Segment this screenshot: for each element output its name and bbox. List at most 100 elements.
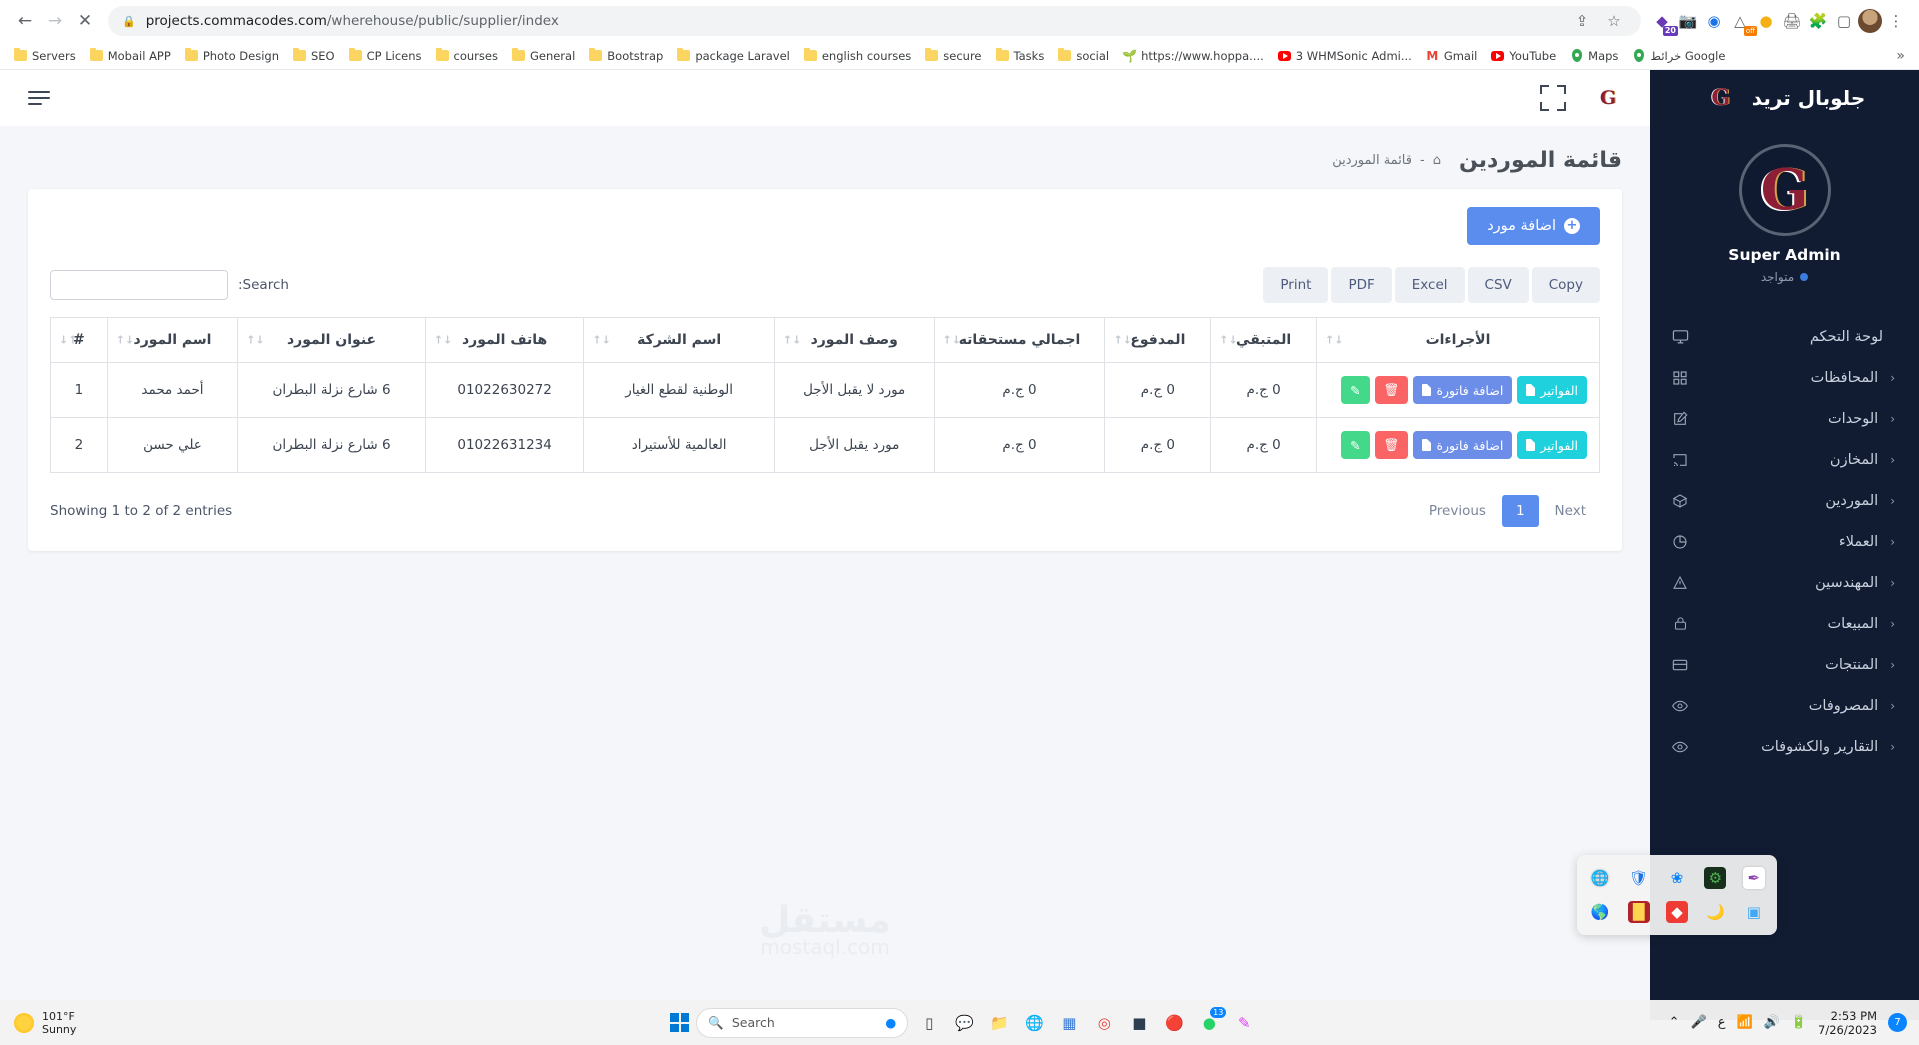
battery-icon[interactable]: 🔋 xyxy=(1791,1015,1807,1030)
bookmark-item[interactable]: Bootstrap xyxy=(583,47,669,65)
photoshop-globe-icon[interactable]: 🌎 xyxy=(1589,901,1611,923)
taskbar-weather-widget[interactable]: 101°F Sunny xyxy=(0,1010,260,1036)
adblock-icon[interactable]: △ off xyxy=(1727,8,1757,36)
bookmark-item[interactable]: General xyxy=(506,47,581,65)
bluetooth-icon[interactable]: ❀ xyxy=(1666,867,1688,889)
chat-icon[interactable]: 💬 xyxy=(950,1009,978,1037)
globe-icon[interactable]: 🌐 xyxy=(1589,867,1611,889)
add-supplier-button[interactable]: + اضافة مورد xyxy=(1467,207,1600,245)
edit-button[interactable]: ✎ xyxy=(1341,431,1370,459)
sidebar-brand[interactable]: جلوبال تريد G xyxy=(1650,70,1919,126)
sidebar-item-customers[interactable]: ‹ العملاء xyxy=(1650,521,1919,562)
back-button[interactable]: ← xyxy=(10,6,40,36)
hamburger-icon[interactable] xyxy=(28,91,50,105)
edit-button[interactable]: ✎ xyxy=(1341,376,1370,404)
invoices-button[interactable]: الفواتير xyxy=(1517,431,1587,459)
bookmark-item[interactable]: secure xyxy=(919,47,987,65)
copy-button[interactable]: Copy xyxy=(1531,267,1600,303)
profile-avatar[interactable] xyxy=(1857,8,1883,34)
bookmark-item[interactable]: package Laravel xyxy=(671,47,796,65)
add-invoice-button[interactable]: اضافة فاتورة xyxy=(1413,376,1513,404)
share-icon[interactable]: ⇪ xyxy=(1569,8,1595,34)
browser-menu-icon[interactable]: ⋮ xyxy=(1883,8,1909,34)
csv-button[interactable]: CSV xyxy=(1467,267,1529,303)
extensions-puzzle-icon[interactable]: 🧩 xyxy=(1805,8,1831,34)
bookmark-item[interactable]: Mobail APP xyxy=(84,47,177,65)
column-header-actions[interactable]: ↓↑ الأجراءات xyxy=(1316,317,1600,363)
whatsapp-icon[interactable]: ● 13 xyxy=(1195,1006,1227,1037)
blue-window-icon[interactable]: ▣ xyxy=(1743,901,1765,923)
bookmark-item[interactable]: YouTube xyxy=(1485,47,1562,65)
address-bar[interactable]: 🔒 projects.commacodes.com/wherehouse/pub… xyxy=(108,6,1641,36)
honey-icon[interactable]: ● xyxy=(1753,8,1779,34)
sidebar-item-units[interactable]: ‹ الوحدات xyxy=(1650,398,1919,439)
search-input[interactable] xyxy=(50,270,228,300)
sidebar-item-governorates[interactable]: ‹ المحافظات xyxy=(1650,357,1919,398)
editor-icon[interactable]: ✎ xyxy=(1230,1009,1258,1037)
pdf-button[interactable]: PDF xyxy=(1331,267,1392,303)
column-header-remaining[interactable]: ↓↑ المتبقي xyxy=(1210,317,1317,363)
column-header-description[interactable]: ↓↑ وصف المورد xyxy=(773,317,935,363)
bookmark-item[interactable]: M Gmail xyxy=(1420,47,1484,65)
bookmark-item[interactable]: social xyxy=(1052,47,1115,65)
column-header-total-due[interactable]: ↓↑ اجمالي مستحقاته xyxy=(933,317,1106,363)
taskbar-search-box[interactable]: 🔍 Search ● xyxy=(696,1007,909,1038)
stop-button[interactable]: ✕ xyxy=(70,6,100,36)
sidebar-item-sales[interactable]: ‹ المبيعات xyxy=(1650,603,1919,644)
print-icon[interactable]: 🖨 xyxy=(1779,8,1805,34)
file-explorer-icon[interactable]: 📁 xyxy=(985,1009,1013,1037)
task-view-icon[interactable]: ▯ xyxy=(915,1009,943,1037)
bookmark-item[interactable]: Servers xyxy=(8,47,82,65)
tray-chevron-icon[interactable]: ⌃ xyxy=(1669,1015,1680,1030)
sidebar-item-dashboard[interactable]: لوحة التحكم xyxy=(1650,316,1919,357)
sidebar-item-engineers[interactable]: ‹ المهندسين xyxy=(1650,562,1919,603)
delete-button[interactable]: 🗑 xyxy=(1374,376,1409,404)
add-invoice-button[interactable]: اضافة فاتورة xyxy=(1413,431,1513,459)
excel-button[interactable]: Excel xyxy=(1394,267,1465,303)
print-button[interactable]: Print xyxy=(1263,267,1329,303)
network-settings-icon[interactable]: ⚙ xyxy=(1704,867,1727,889)
column-header-index[interactable]: ↑↓ # xyxy=(50,317,108,363)
screenshot-camera-icon[interactable]: 📷 xyxy=(1675,8,1701,34)
bookmark-item[interactable]: Photo Design xyxy=(179,47,285,65)
column-header-phone[interactable]: ↓↑ هاتف المورد xyxy=(424,317,585,363)
home-icon[interactable]: ⌂ xyxy=(1433,153,1441,168)
bookmark-item[interactable]: SEO xyxy=(287,47,341,65)
store-icon[interactable]: ▦ xyxy=(1055,1009,1083,1037)
invoices-button[interactable]: الفواتير xyxy=(1517,376,1587,404)
bookmark-item[interactable]: 3 WHMSonic Admi... xyxy=(1272,47,1418,65)
app-icon[interactable]: ■ xyxy=(1125,1009,1153,1037)
bookmark-item[interactable]: خرائط Google xyxy=(1626,47,1731,65)
extension-purple-icon[interactable]: ◆ 20 xyxy=(1649,8,1678,36)
pagination-previous[interactable]: Previous xyxy=(1415,495,1500,527)
chrome-icon[interactable]: ◎ xyxy=(1090,1009,1118,1037)
sidebar-item-warehouses[interactable]: ‹ المخازن xyxy=(1650,439,1919,480)
delete-button[interactable]: 🗑 xyxy=(1374,431,1409,459)
avatar[interactable]: G xyxy=(1738,144,1831,236)
bookmark-item[interactable]: courses xyxy=(430,47,504,65)
forward-button[interactable]: → xyxy=(40,6,70,36)
red-app-icon[interactable]: █ xyxy=(1627,901,1650,923)
onenote-feather-icon[interactable]: ✒ xyxy=(1742,867,1765,889)
recorder-icon[interactable]: ◉ xyxy=(1701,8,1727,34)
app-logo-icon[interactable]: G xyxy=(1594,84,1622,112)
teamviewer-icon[interactable]: ◆ xyxy=(1665,901,1688,923)
bookmarks-overflow-icon[interactable]: » xyxy=(1890,48,1911,64)
moon-browser-icon[interactable]: 🌙 xyxy=(1704,901,1726,923)
pagination-page-1[interactable]: 1 xyxy=(1501,495,1539,527)
bookmark-item[interactable]: CP Licens xyxy=(343,47,428,65)
volume-icon[interactable]: 🔊 xyxy=(1764,1015,1780,1030)
bookmark-item[interactable]: Tasks xyxy=(990,47,1051,65)
pagination-next[interactable]: Next xyxy=(1541,495,1600,527)
wifi-icon[interactable]: 📶 xyxy=(1736,1015,1752,1030)
sidebar-item-reports[interactable]: ‹ التقارير والكشوفات xyxy=(1650,726,1919,767)
sidebar-item-suppliers[interactable]: ‹ الموردين xyxy=(1650,480,1919,521)
sidebar-item-expenses[interactable]: ‹ المصروفات xyxy=(1650,685,1919,726)
bookmark-item[interactable]: 🌱 https://www.hoppa.... xyxy=(1117,47,1270,65)
notification-badge[interactable]: 7 xyxy=(1888,1013,1907,1032)
mic-icon[interactable]: 🎤 xyxy=(1691,1015,1707,1030)
sidebar-item-products[interactable]: ‹ المنتجات xyxy=(1650,644,1919,685)
taskbar-clock[interactable]: 2:53 PM 7/26/2023 xyxy=(1818,1009,1877,1037)
fullscreen-icon[interactable] xyxy=(1540,85,1566,111)
column-header-company[interactable]: ↓↑ اسم الشركة xyxy=(583,317,775,363)
